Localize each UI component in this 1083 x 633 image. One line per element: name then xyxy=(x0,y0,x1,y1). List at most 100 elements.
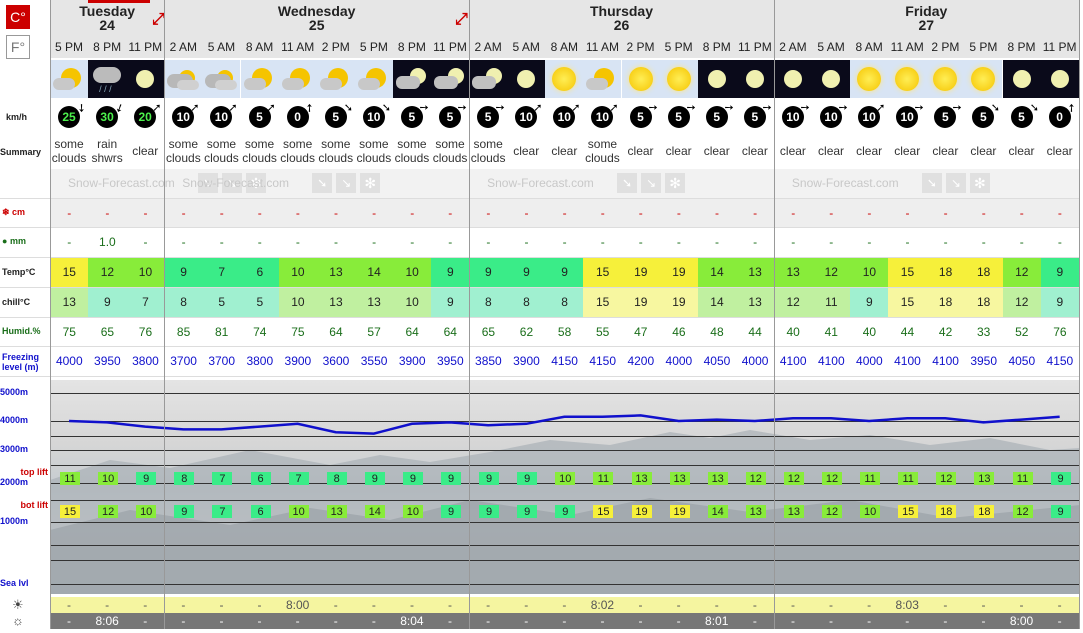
humid-value: 41 xyxy=(824,324,838,339)
sun-icon xyxy=(888,60,927,98)
summary-text: some clouds xyxy=(204,137,239,165)
sunset-value: - xyxy=(67,614,72,628)
night-clear-icon xyxy=(1040,60,1079,98)
summary-text: clear xyxy=(627,144,654,158)
rain-value: - xyxy=(981,234,986,249)
chill-value: 14 xyxy=(697,287,737,317)
chill-value: 9 xyxy=(850,287,889,317)
temp-value: 9 xyxy=(1040,257,1080,287)
top-lift-temp: 8 xyxy=(326,472,347,485)
time-label: 5 AM xyxy=(817,40,845,54)
time-label: 5 PM xyxy=(969,40,998,54)
wind-direction-icon: ➚ xyxy=(379,103,392,113)
snow-value: - xyxy=(181,205,186,220)
temp-value: 9 xyxy=(469,257,508,287)
sunrise-value: - xyxy=(562,598,567,612)
temp-value: 9 xyxy=(164,257,203,287)
top-lift-temp: 12 xyxy=(745,472,766,485)
fahrenheit-button[interactable]: F° xyxy=(6,35,30,59)
top-lift-temp: 9 xyxy=(364,472,385,485)
summary-text: some clouds xyxy=(470,137,506,165)
humid-value: 85 xyxy=(176,324,191,339)
wind-label: km/h xyxy=(6,112,28,122)
sunrise-value: - xyxy=(181,598,186,612)
bot-lift-temp: 15 xyxy=(898,505,919,518)
refresh-icon[interactable]: ↘ xyxy=(336,173,357,193)
temp-value: 9 xyxy=(431,257,470,287)
snow-value: - xyxy=(524,205,529,220)
row-divider xyxy=(0,287,1080,288)
summary-label: Summary xyxy=(0,147,42,157)
sunrise-value: - xyxy=(371,598,376,612)
sunset-value: - xyxy=(981,614,986,628)
time-label: 8 AM xyxy=(550,40,579,54)
snow-value: - xyxy=(410,205,415,220)
top-lift-temp: 9 xyxy=(479,472,500,485)
snow-label: ❄ cm xyxy=(2,207,50,217)
time-label: 2 AM xyxy=(474,40,502,54)
partly-cloudy-icon xyxy=(240,60,279,98)
partly-cloudy-icon xyxy=(316,60,355,98)
temp-value: 10 xyxy=(850,257,889,287)
summary-text: clear xyxy=(513,144,540,158)
expand-icon[interactable]: ⤢ xyxy=(152,12,168,28)
refresh-icon[interactable]: ↘ xyxy=(641,173,662,193)
snow-value: - xyxy=(486,205,491,220)
snowflake-icon[interactable]: ✻ xyxy=(665,173,686,193)
temp-value: 9 xyxy=(545,257,584,287)
bot-lift-temp: 13 xyxy=(326,505,347,518)
share-icon[interactable]: ➘ xyxy=(617,173,638,193)
sunrise-value: - xyxy=(943,598,948,612)
rain-value: - xyxy=(638,234,643,249)
humid-value: 74 xyxy=(253,324,267,339)
refresh-icon[interactable]: ↘ xyxy=(945,173,966,193)
summary-text: some clouds xyxy=(585,137,620,165)
day-header: Wednesday 25 xyxy=(164,0,469,36)
day-name: Friday xyxy=(905,3,948,19)
bot-lift-temp: 12 xyxy=(822,505,842,518)
freeze-value: 3600 xyxy=(322,354,350,368)
rain-value: - xyxy=(181,234,186,249)
top-lift-temp: 10 xyxy=(555,472,576,485)
humid-value: 46 xyxy=(672,324,686,339)
share-icon[interactable]: ➘ xyxy=(921,173,942,193)
sunrise-value: - xyxy=(638,598,643,612)
bot-lift-temp: 13 xyxy=(745,505,766,518)
day-separator xyxy=(50,0,51,629)
celsius-button[interactable]: C° xyxy=(6,5,30,29)
time-label: 8 PM xyxy=(397,40,426,54)
altitude-line xyxy=(50,450,1080,451)
freeze-value: 4200 xyxy=(627,354,655,368)
humid-value: 44 xyxy=(900,324,915,339)
time-label: 5 PM xyxy=(359,40,388,54)
snow-value: - xyxy=(753,205,758,220)
snow-value: - xyxy=(219,205,224,220)
humid-value: 42 xyxy=(938,324,953,339)
chill-value: 19 xyxy=(659,287,699,317)
top-lift-temp: 13 xyxy=(631,472,652,485)
chill-value: 15 xyxy=(888,287,927,317)
top-lift-label: top lift xyxy=(20,467,49,477)
humid-value: 64 xyxy=(329,324,343,339)
humid-value: 48 xyxy=(710,324,724,339)
wind-direction-icon: ➚ xyxy=(989,103,1002,113)
humid-value: 64 xyxy=(405,324,419,339)
share-icon[interactable]: ➘ xyxy=(312,173,333,193)
chill-value: 13 xyxy=(735,287,775,317)
night-cloudy-icon xyxy=(392,60,431,98)
chill-value: 9 xyxy=(1040,287,1080,317)
time-label: 11 PM xyxy=(737,40,772,54)
humid-value: 75 xyxy=(62,324,76,339)
top-lift-temp: 9 xyxy=(402,472,423,485)
temp-value: 10 xyxy=(392,257,432,287)
day-date: 26 xyxy=(613,17,630,33)
freeze-value: 3700 xyxy=(170,354,197,368)
top-lift-temp: 13 xyxy=(974,472,995,485)
cloudy-icon xyxy=(164,60,203,98)
forecast-table: C° F° Tuesday 24 Wednesday 25 Thursday 26 Frid… xyxy=(0,0,1083,633)
snowflake-icon[interactable]: ✻ xyxy=(969,173,990,193)
top-lift-temp: 9 xyxy=(136,472,157,485)
bot-lift-temp: 15 xyxy=(593,505,614,518)
bot-lift-temp: 9 xyxy=(517,505,538,518)
snowflake-icon[interactable]: ✻ xyxy=(360,173,381,193)
